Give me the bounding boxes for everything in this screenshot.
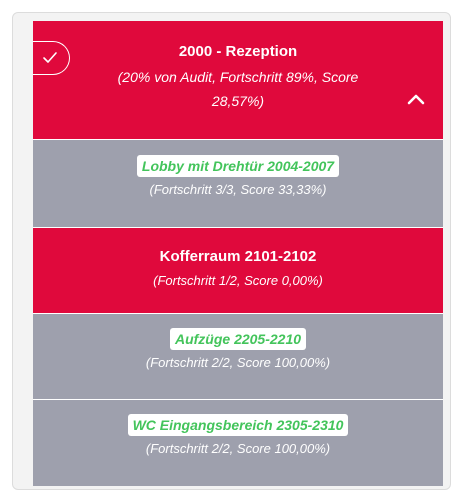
subsection-link-lobby[interactable]: Lobby mit Drehtür 2004-2007 xyxy=(136,155,340,177)
subsection-item-wc[interactable]: WC Eingangsbereich 2305-2310 (Fortschrit… xyxy=(33,400,443,486)
checkmark-icon xyxy=(43,52,57,63)
subsection-item-aufzuege[interactable]: Aufzüge 2205-2210 (Fortschritt 2/2, Scor… xyxy=(33,314,443,400)
subsection-progress: (Fortschritt 2/2, Score 100,00%) xyxy=(145,441,331,456)
chevron-up-icon[interactable] xyxy=(407,93,425,105)
subsection-item-lobby[interactable]: Lobby mit Drehtür 2004-2007 (Fortschritt… xyxy=(33,140,443,228)
section-title: 2000 - Rezeption xyxy=(178,43,298,60)
section-summary: (20% von Audit, Fortschritt 89%, Score 2… xyxy=(117,69,359,109)
subsection-progress: (Fortschritt 1/2, Score 0,00%) xyxy=(153,273,323,288)
section-header-rezeption[interactable]: 2000 - Rezeption (20% von Audit, Fortsch… xyxy=(33,21,443,140)
subsection-progress: (Fortschritt 3/3, Score 33,33%) xyxy=(149,182,327,197)
section-check-badge[interactable] xyxy=(33,41,70,75)
section-list: 2000 - Rezeption (20% von Audit, Fortsch… xyxy=(33,21,443,486)
subsection-link-wc[interactable]: WC Eingangsbereich 2305-2310 xyxy=(127,414,349,436)
subsection-item-kofferraum[interactable]: Kofferraum 2101-2102 (Fortschritt 1/2, S… xyxy=(33,228,443,314)
subsection-link-aufzuege[interactable]: Aufzüge 2205-2210 xyxy=(169,328,307,350)
subsection-title-kofferraum: Kofferraum 2101-2102 xyxy=(159,248,317,265)
subsection-progress: (Fortschritt 2/2, Score 100,00%) xyxy=(145,355,331,370)
